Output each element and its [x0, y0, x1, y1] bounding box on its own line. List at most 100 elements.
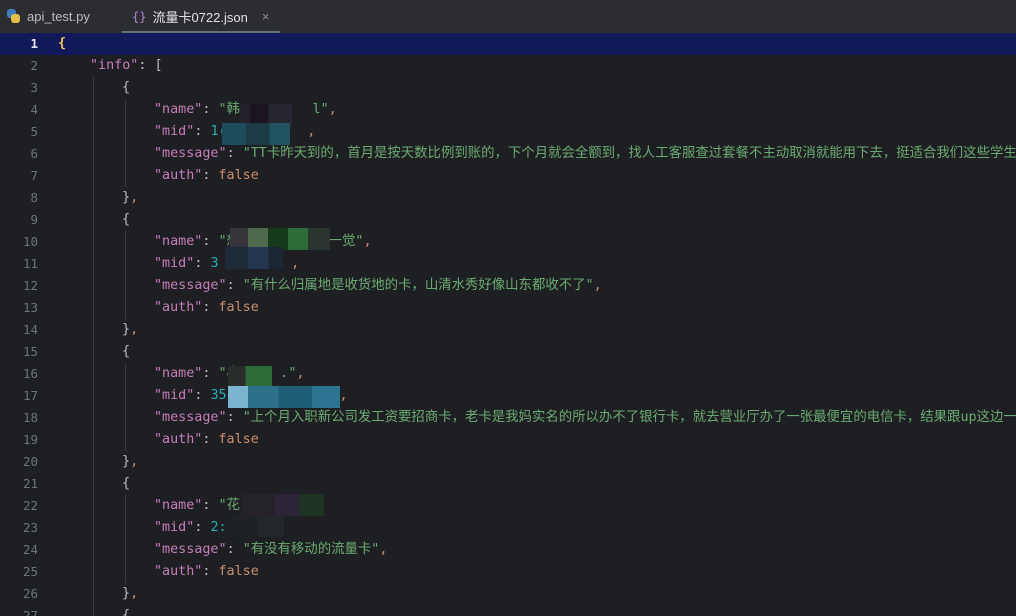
code-text: "mid": 35 , — [154, 385, 348, 407]
code-line[interactable]: 4 "name": "韩 l", — [0, 99, 1016, 121]
code-text: "info": [ — [90, 55, 163, 77]
line-number: 21 — [22, 476, 38, 491]
code-token: "name" — [154, 366, 203, 381]
code-line[interactable]: 1{ — [0, 33, 1016, 55]
code-text: "auth": false — [154, 561, 259, 583]
indent-guide — [125, 517, 126, 539]
code-token: "mid" — [154, 256, 195, 271]
line-number: 15 — [22, 344, 38, 359]
tab-api-test-py[interactable]: api_test.py — [6, 0, 90, 33]
code-token: : — [202, 564, 219, 579]
code-token: : — [202, 168, 219, 183]
line-number: 10 — [22, 234, 38, 249]
line-number: 8 — [30, 190, 38, 205]
tab-json-file[interactable]: {} 流量卡0722.json × — [122, 0, 280, 34]
indent-guide — [125, 539, 126, 561]
line-number: 7 — [30, 168, 38, 183]
code-token: { — [122, 608, 131, 616]
indent-guide — [93, 495, 94, 517]
line-number: 16 — [22, 366, 38, 381]
code-line[interactable]: 23 "mid": 2: — [0, 517, 1016, 539]
code-token: : — [226, 542, 243, 557]
code-line[interactable]: 17 "mid": 35 , — [0, 385, 1016, 407]
code-token: "message" — [154, 410, 227, 425]
code-line[interactable]: 9{ — [0, 209, 1016, 231]
indent-guide — [93, 451, 94, 473]
code-token: "mid" — [154, 520, 195, 535]
code-token: : — [202, 234, 219, 249]
code-text: "name": "小 .", — [154, 363, 304, 385]
code-token: , — [291, 256, 300, 271]
indent-guide — [93, 143, 94, 165]
code-text: }, — [122, 319, 138, 341]
json-braces-icon: {} — [132, 9, 147, 24]
editor-tab-bar: api_test.py {} 流量卡0722.json × — [0, 0, 1016, 34]
code-text: "auth": false — [154, 297, 259, 319]
code-line[interactable]: 7 "auth": false — [0, 165, 1016, 187]
code-line[interactable]: 27 { — [0, 605, 1016, 616]
code-token: "info" — [90, 58, 139, 73]
code-token: , — [296, 366, 305, 381]
code-text: { — [58, 33, 66, 55]
code-line[interactable]: 13 "auth": false — [0, 297, 1016, 319]
code-line[interactable]: 3{ — [0, 77, 1016, 99]
code-text: { — [122, 473, 130, 495]
code-token: , — [130, 322, 139, 337]
line-number: 12 — [22, 278, 38, 293]
indent-guide — [93, 363, 94, 385]
code-line[interactable]: 26}, — [0, 583, 1016, 605]
code-token: : — [202, 102, 219, 117]
indent-guide — [93, 77, 94, 99]
indent-guide — [93, 231, 94, 253]
line-number: 1 — [30, 36, 38, 51]
code-token: "name" — [154, 102, 203, 117]
line-number: 14 — [22, 322, 38, 337]
line-number: 11 — [22, 256, 38, 271]
indent-guide — [93, 517, 94, 539]
code-token: , — [379, 542, 388, 557]
indent-guide — [125, 143, 126, 165]
code-text: "name": "花 , — [154, 495, 321, 517]
line-number: 19 — [22, 432, 38, 447]
code-text: "name": "想 一觉", — [154, 231, 372, 253]
code-line[interactable]: 15 { — [0, 341, 1016, 363]
indent-guide — [125, 99, 126, 121]
code-token: , — [328, 102, 337, 117]
close-tab-icon[interactable]: × — [262, 9, 270, 24]
indent-guide — [125, 297, 126, 319]
code-line[interactable]: 16 "name": "小 .", — [0, 363, 1016, 385]
code-token: false — [218, 564, 259, 579]
indent-guide — [93, 121, 94, 143]
code-token: "上个月入职新公司发工资要招商卡，老卡是我妈实名的所以办不了银行卡，就去营业厅办… — [242, 410, 1016, 425]
code-line[interactable]: 8}, — [0, 187, 1016, 209]
code-token: 2: — [210, 520, 227, 535]
indent-guide — [93, 539, 94, 561]
code-line[interactable]: 24 "message": "有没有移动的流量卡", — [0, 539, 1016, 561]
code-editor[interactable]: 1{2 "info": [3{4 "name": "韩 l", 5 "mid": 1( … — [0, 33, 1016, 616]
indent-guide — [125, 165, 126, 187]
code-line[interactable]: 6 "message": "TT卡昨天到的，首月是按天数比例到账的，下个月就会全额… — [0, 143, 1016, 165]
code-token: "mid" — [154, 124, 195, 139]
line-number: 26 — [22, 586, 38, 601]
line-number: 4 — [30, 102, 38, 117]
code-token: , — [130, 454, 139, 469]
code-line[interactable]: 25 "auth": false — [0, 561, 1016, 583]
code-line[interactable]: 18 "message": "上个月入职新公司发工资要招商卡，老卡是我妈实名的所以… — [0, 407, 1016, 429]
code-line[interactable]: 20}, — [0, 451, 1016, 473]
code-token: "有什么归属地是收货地的卡，山清水秀好像山东都收不了" — [242, 278, 594, 293]
code-line[interactable]: 19 "auth": false — [0, 429, 1016, 451]
code-line[interactable]: 2 "info": [ — [0, 55, 1016, 77]
code-line[interactable]: 14}, — [0, 319, 1016, 341]
code-line[interactable]: 12 "message": "有什么归属地是收货地的卡，山清水秀好像山东都收不了"… — [0, 275, 1016, 297]
code-line[interactable]: 21 { — [0, 473, 1016, 495]
indent-guide — [93, 275, 94, 297]
code-line[interactable]: 10 "name": "想 一觉", — [0, 231, 1016, 253]
code-token: 1( — [210, 124, 308, 139]
indent-guide — [125, 275, 126, 297]
code-line[interactable]: 5 "mid": 1( , — [0, 121, 1016, 143]
code-token: : — [194, 388, 211, 403]
code-text: "mid": 2: — [154, 517, 227, 539]
code-token: "message" — [154, 146, 227, 161]
code-line[interactable]: 22 "name": "花 , — [0, 495, 1016, 517]
code-line[interactable]: 11 "mid": 3 , — [0, 253, 1016, 275]
